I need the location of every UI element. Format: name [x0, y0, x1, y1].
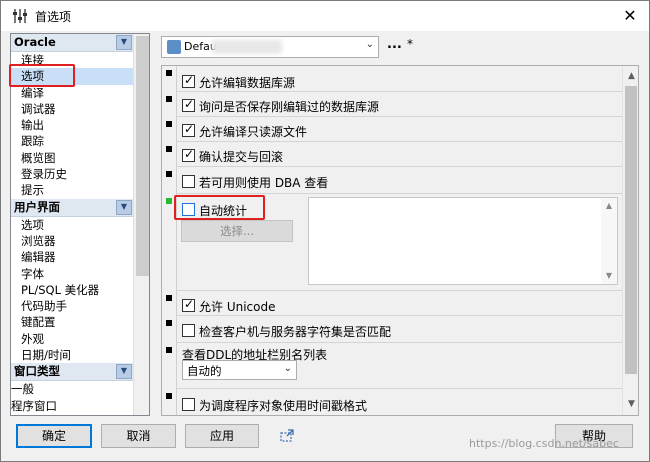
check-charset-label: 检查客户机与服务器字符集是否匹配 — [199, 325, 392, 339]
cancel-button[interactable]: 取消 — [101, 424, 176, 448]
close-icon[interactable]: ✕ — [613, 1, 647, 31]
profile-select[interactable]: Defau ⌄ — [161, 36, 379, 58]
option-row: 确认提交与回滚 — [162, 142, 622, 167]
option-row: 若可用则使用 DBA 查看 — [162, 167, 622, 194]
nav-item[interactable]: 字体 — [11, 266, 133, 282]
preferences-nav: Oracle ▼ 连接 选项 编译 调试器 输出 跟踪 概览图 登录历史 提示 用户界面 ▼ 选项 浏览器编… — [10, 33, 150, 416]
nav-item[interactable]: 外观 — [11, 331, 133, 347]
nav-item[interactable]: 浏览器 — [11, 233, 133, 249]
chevron-down-icon[interactable]: ⌄ — [284, 363, 292, 374]
row-marker-active — [166, 198, 172, 204]
allow-unicode-checkbox[interactable] — [182, 297, 195, 312]
options-scroll-thumb[interactable] — [625, 86, 637, 374]
options-panel: 允许编辑数据库源 询问是否保存刚编辑过的数据库源 允许编译只读源文件 确认提交与… — [161, 65, 639, 416]
option-row: 允许 Unicode — [162, 291, 622, 316]
confirm-commit-checkbox[interactable] — [182, 147, 195, 162]
use-dba-label: 若可用则使用 DBA 查看 — [199, 176, 329, 190]
title-bar: 首选项 ✕ — [1, 1, 649, 31]
nav-item[interactable]: 编译 — [11, 85, 133, 101]
allow-edit-datasource-label: 允许编辑数据库源 — [199, 76, 296, 90]
collapse-icon[interactable]: ▼ — [116, 199, 132, 215]
confirm-commit-label: 确认提交与回滚 — [199, 150, 284, 164]
nav-item[interactable]: 一般 — [11, 381, 133, 397]
row-marker — [166, 171, 172, 177]
nav-group-header[interactable]: 用户界面 ▼ — [11, 198, 133, 217]
option-row-ddl: 查看DDL的地址栏别名列表 自动的 ⌄ — [162, 343, 622, 389]
nav-item[interactable]: 提示 — [11, 182, 133, 198]
nav-item[interactable]: 调试器 — [11, 101, 133, 117]
nav-item[interactable]: 代码助手 — [11, 298, 133, 314]
profile-ellipsis-button[interactable]: ... — [387, 37, 402, 52]
nav-item[interactable]: 选项 — [11, 217, 133, 233]
option-row: 允许编辑数据库源 — [162, 66, 622, 92]
option-row: 检查客户机与服务器字符集是否匹配 — [162, 316, 622, 343]
highlight-box-auto-stats — [174, 195, 265, 220]
nav-item[interactable]: 日期/时间 — [11, 347, 133, 363]
modified-indicator: * — [407, 37, 413, 51]
ddl-alias-select[interactable]: 自动的 ⌄ — [182, 360, 297, 380]
nav-item[interactable]: 编辑器 — [11, 249, 133, 265]
nav-item[interactable]: 键配置 — [11, 314, 133, 330]
ok-button[interactable]: 确定 — [16, 424, 92, 448]
nav-item[interactable]: 概览图 — [11, 150, 133, 166]
allow-compile-readonly-checkbox[interactable] — [182, 122, 195, 137]
nav-scrollbar[interactable] — [133, 34, 149, 415]
watermark: https://blog.csdn.net/sabec — [469, 437, 619, 450]
scroll-down-icon[interactable]: ▼ — [601, 269, 617, 283]
collapse-icon[interactable]: ▼ — [116, 35, 132, 50]
ask-save-label: 询问是否保存刚编辑过的数据库源 — [199, 100, 380, 114]
use-dba-checkbox[interactable] — [182, 175, 195, 188]
nav-group-label: 用户界面 — [14, 199, 60, 214]
auto-stats-listbox[interactable]: ▲ ▼ — [308, 197, 618, 285]
scroll-up-icon[interactable]: ▲ — [601, 199, 617, 213]
scroll-up-icon[interactable]: ▲ — [623, 68, 638, 85]
collapse-icon[interactable]: ▼ — [116, 364, 132, 380]
apply-button[interactable]: 应用 — [185, 424, 259, 448]
nav-item[interactable]: 登录历史 — [11, 166, 133, 182]
scroll-down-icon[interactable]: ▼ — [623, 396, 638, 413]
allow-unicode-label: 允许 Unicode — [199, 300, 276, 314]
nav-item[interactable]: 输出 — [11, 117, 133, 133]
check-charset-checkbox[interactable] — [182, 324, 195, 337]
pin-icon[interactable] — [279, 428, 295, 444]
option-row: 为调度程序对象使用时间戳格式 — [162, 389, 622, 415]
nav-group-header[interactable]: 窗口类型 ▼ — [11, 363, 133, 382]
ask-save-checkbox[interactable] — [182, 97, 195, 112]
options-scrollbar[interactable]: ▲ ▼ — [622, 66, 638, 415]
nav-scroll-thumb[interactable] — [136, 36, 149, 276]
row-marker — [166, 393, 172, 399]
option-row: 询问是否保存刚编辑过的数据库源 — [162, 92, 622, 117]
option-row: 允许编译只读源文件 — [162, 117, 622, 142]
nav-item[interactable]: 程序窗口 — [11, 398, 133, 414]
nav-item[interactable]: PL/SQL 美化器 — [11, 282, 133, 298]
window-title: 首选项 — [35, 10, 72, 24]
nav-list: Oracle ▼ 连接 选项 编译 调试器 输出 跟踪 概览图 登录历史 提示 用户界面 ▼ 选项 浏览器编… — [11, 34, 133, 414]
allow-compile-readonly-label: 允许编译只读源文件 — [199, 125, 308, 139]
ddl-alias-value: 自动的 — [187, 364, 222, 378]
timestamp-debug-label: 为调度程序对象使用时间戳格式 — [199, 399, 368, 413]
row-marker — [166, 146, 172, 152]
redacted-text — [212, 40, 282, 54]
row-marker — [166, 347, 172, 353]
row-marker — [166, 320, 172, 326]
row-marker — [166, 295, 172, 301]
auto-stats-scrollbar[interactable]: ▲ ▼ — [601, 198, 617, 284]
profile-icon — [167, 40, 181, 54]
row-marker — [166, 121, 172, 127]
allow-edit-datasource-checkbox[interactable] — [182, 73, 195, 88]
choose-button[interactable]: 选择... — [181, 220, 293, 242]
nav-group-label: Oracle — [14, 35, 56, 49]
preferences-window: 首选项 ✕ Oracle ▼ 连接 选项 编译 调试器 输出 跟踪 概览图 登录历史 提示 用户界面 ▼… — [0, 0, 650, 462]
highlight-box-options — [9, 64, 75, 87]
timestamp-debug-checkbox[interactable] — [182, 398, 195, 411]
chevron-down-icon[interactable]: ⌄ — [366, 39, 374, 50]
nav-group-header[interactable]: Oracle ▼ — [11, 34, 133, 52]
sliders-icon — [11, 7, 29, 25]
row-marker — [166, 70, 172, 76]
nav-item[interactable]: 跟踪 — [11, 133, 133, 149]
nav-group-label: 窗口类型 — [14, 364, 60, 379]
row-marker — [166, 96, 172, 102]
